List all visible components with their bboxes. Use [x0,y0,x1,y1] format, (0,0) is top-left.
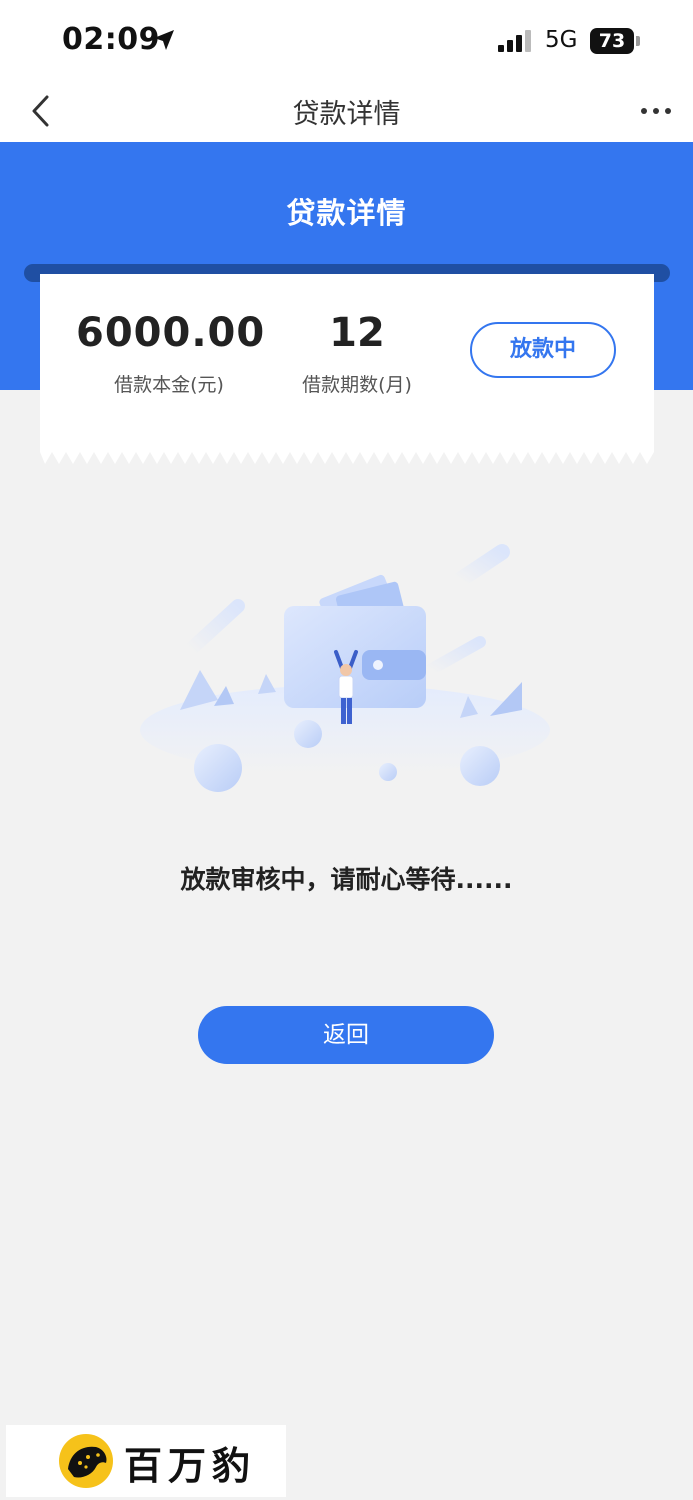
review-message: 放款审核中，请耐心等待...... [180,865,513,894]
battery-icon: 73 [590,28,640,54]
signal-icon [498,30,531,52]
return-button[interactable]: 返回 [198,1006,494,1064]
loan-term-label: 借款期数(月) [302,374,412,396]
status-time: 02:09 [62,22,160,57]
nav-title: 贷款详情 [292,99,401,130]
loan-amount-label: 借款本金(元) [114,374,224,396]
brand-name: 百万豹 [124,1443,257,1488]
header-title: 贷款详情 [286,196,407,230]
loan-term-value: 12 [329,310,385,356]
loan-status-button[interactable]: 放款中 [470,322,616,378]
network-type: 5G [545,27,578,53]
loan-amount-value: 6000.00 [76,310,266,356]
battery-level: 73 [598,30,626,52]
status-bar: 02:09 5G 73 [0,0,693,82]
loan-summary-card: 6000.00 借款本金(元) 12 借款期数(月) 放款中 [40,274,654,464]
leopard-logo-icon [59,1434,113,1488]
brand-watermark: 百万豹 [6,1425,286,1497]
wallet-illustration [140,544,550,792]
more-icon[interactable] [640,104,672,118]
location-arrow-icon [154,30,174,50]
nav-bar: 贷款详情 [0,82,693,142]
